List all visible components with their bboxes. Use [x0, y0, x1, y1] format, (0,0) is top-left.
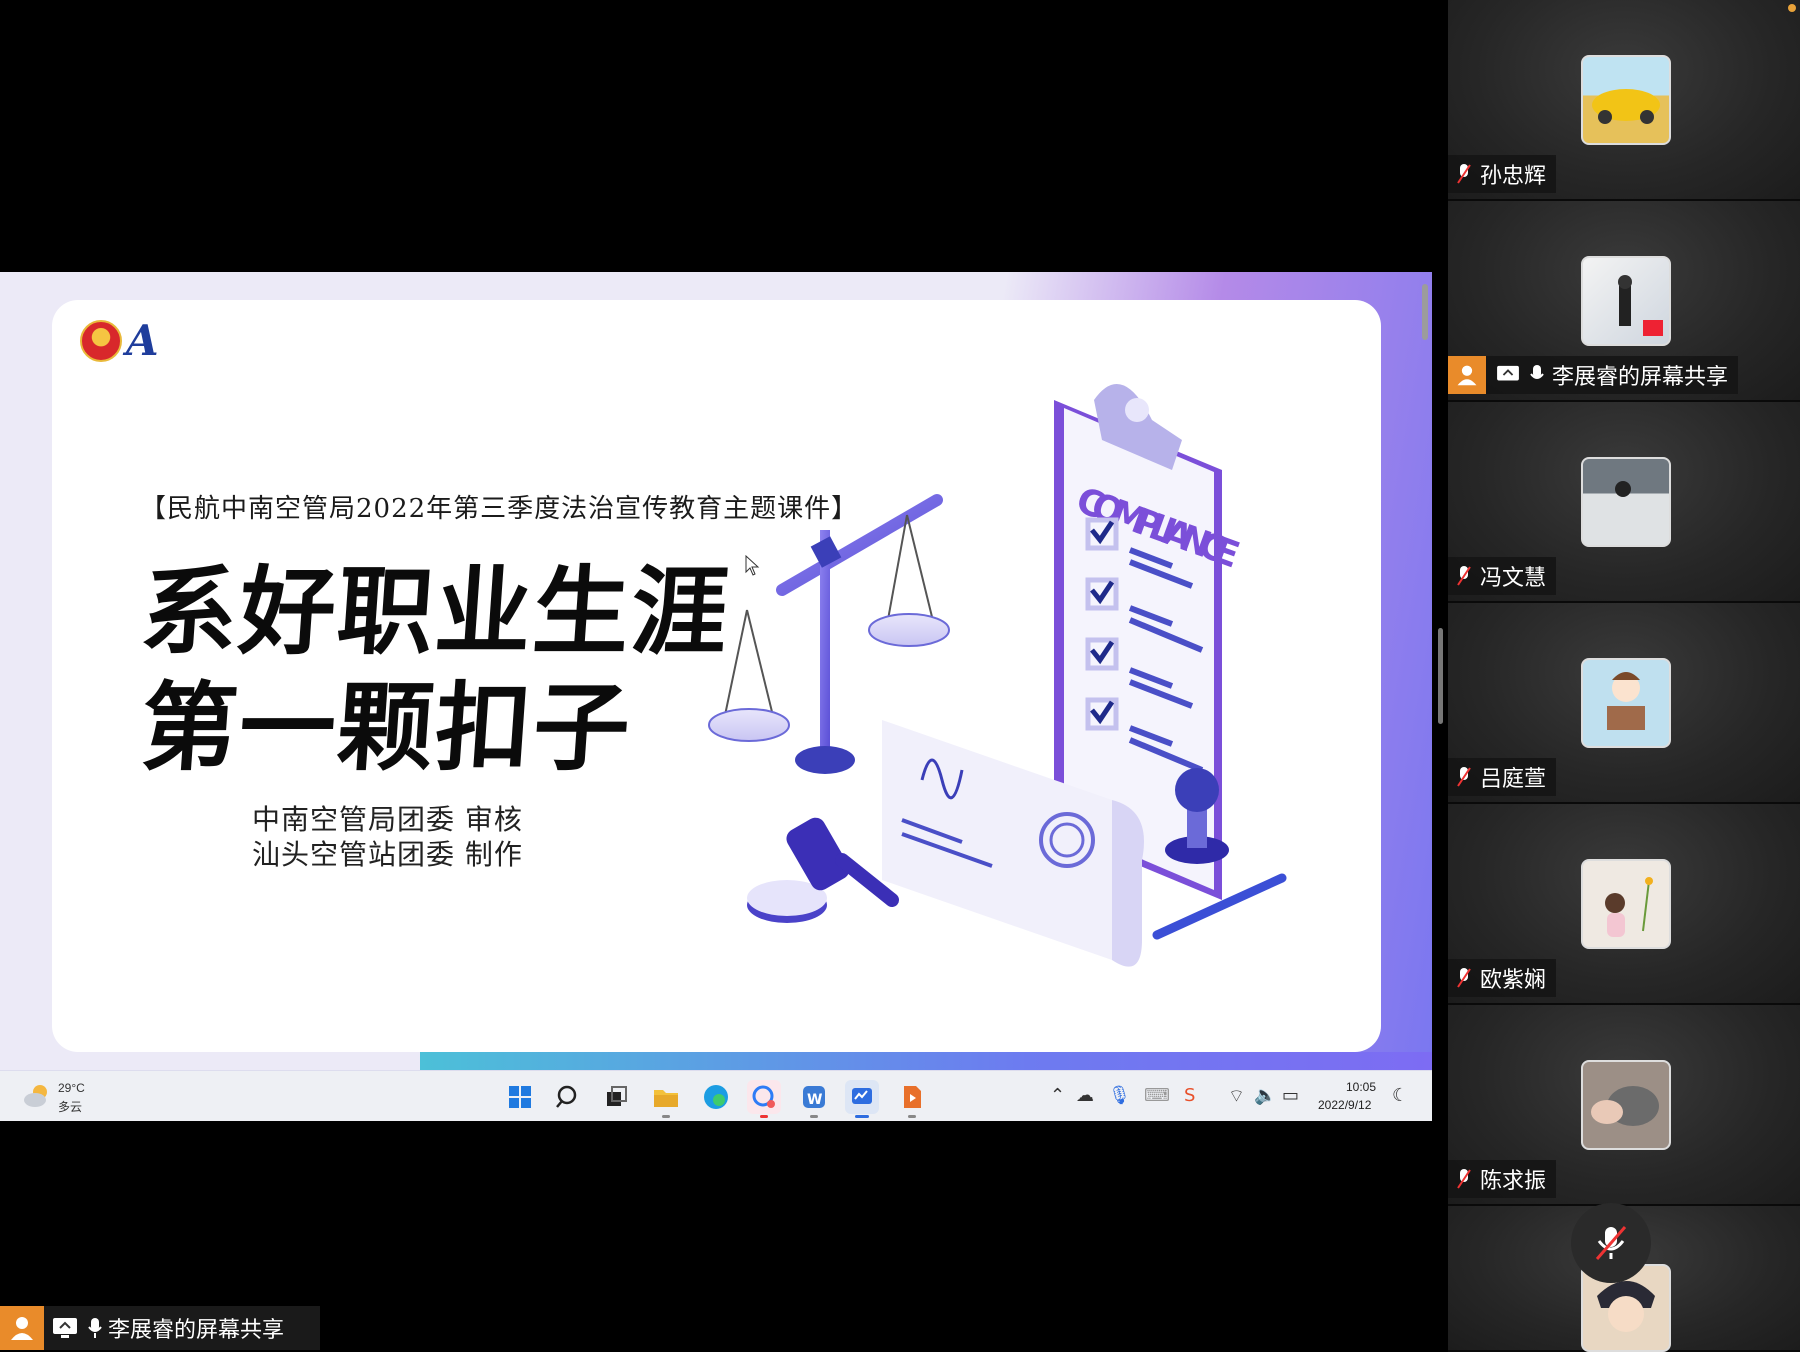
participant-name-tag: 冯文慧: [1448, 557, 1557, 595]
user-avatar-icon: [0, 1306, 44, 1350]
mic-muted-icon: [1457, 1169, 1471, 1189]
user-avatar-icon: [1448, 356, 1486, 394]
screen-share-icon: [53, 1318, 77, 1338]
participant-tile[interactable]: 欧紫娴: [1448, 804, 1800, 1005]
chevron-up-icon[interactable]: ⌃: [1050, 1085, 1065, 1106]
focus-assist-icon[interactable]: ☾: [1392, 1085, 1408, 1106]
participant-name-tag: 欧紫娴: [1448, 959, 1557, 997]
mute-toggle-button[interactable]: [1571, 1203, 1651, 1283]
participant-name: 冯文慧: [1480, 566, 1547, 591]
clock-date[interactable]: 2022/9/12: [1318, 1098, 1371, 1112]
mic-muted-icon: [1457, 164, 1471, 184]
shared-desktop: A 【民航中南空管局2022年第三季度法治宣传教育主题课件】 系好职业生涯 第一…: [0, 272, 1432, 1121]
participant-tile[interactable]: 陈求振: [1448, 1005, 1800, 1206]
mic-muted-icon: [1595, 1226, 1627, 1260]
partly-cloudy-icon[interactable]: [22, 1083, 52, 1109]
mic-muted-icon: [1457, 767, 1471, 787]
microphone-icon[interactable]: 🎙: [1108, 1085, 1131, 1106]
participant-name-tag: 孙忠辉: [1448, 155, 1557, 193]
slide-scrollbar[interactable]: [1422, 284, 1428, 340]
microphone-icon: [88, 1318, 102, 1338]
wps-icon[interactable]: W: [797, 1080, 831, 1118]
main-share-label: 李展睿的屏幕共享: [108, 1318, 285, 1343]
clock-time[interactable]: 10:05: [1346, 1080, 1376, 1094]
credit-reviewer: 中南空管局团委 审核: [252, 803, 523, 836]
participant-avatar: [1581, 1060, 1671, 1150]
slide-accent-bar: [420, 1052, 1432, 1070]
participant-tile[interactable]: 吕庭萱: [1448, 603, 1800, 804]
screen-share-icon: [1497, 365, 1519, 381]
notification-dot: [1788, 4, 1796, 12]
participant-name: 陈求振: [1480, 1169, 1547, 1194]
participant-name-tag: 陈求振: [1448, 1160, 1557, 1198]
youth-league-emblem-icon: [80, 320, 122, 362]
slide-title-line-2: 第一颗扣子: [137, 672, 636, 784]
mic-muted-icon: [1457, 968, 1471, 988]
mic-muted-icon: [1457, 566, 1471, 586]
participant-tile[interactable]: 冯文慧: [1448, 402, 1800, 603]
main-share-tag: 李展睿的屏幕共享: [0, 1306, 320, 1350]
credit-producer: 汕头空管站团委 制作: [252, 838, 523, 871]
file-explorer-icon[interactable]: [649, 1080, 683, 1118]
participant-avatar: [1581, 658, 1671, 748]
participant-name: 李展睿的屏幕共享: [1552, 365, 1729, 390]
battery-icon[interactable]: ▭: [1282, 1085, 1299, 1106]
svg-text:W: W: [807, 1092, 822, 1108]
gavel-icon: [747, 817, 899, 923]
wifi-icon[interactable]: ⌔: [1228, 1085, 1245, 1108]
atc-logo-icon: A: [126, 316, 159, 365]
edge-icon[interactable]: [699, 1080, 733, 1114]
weather-description[interactable]: 多云: [58, 1098, 82, 1115]
weather-temperature[interactable]: 29°C: [58, 1081, 85, 1095]
cloud-offline-icon[interactable]: ☁: [1076, 1085, 1094, 1106]
mouse-cursor-icon: [745, 555, 760, 576]
participant-panel: 孙忠辉 李展睿的屏幕共享 冯文慧 吕庭萱 欧紫娴 陈求振: [1448, 0, 1800, 1352]
slide-card: A 【民航中南空管局2022年第三季度法治宣传教育主题课件】 系好职业生涯 第一…: [52, 300, 1381, 1052]
input-method-icon[interactable]: ⌨: [1144, 1085, 1170, 1106]
participant-avatar: [1581, 256, 1671, 346]
participant-name-tag: 吕庭萱: [1448, 758, 1557, 796]
presentation-icon[interactable]: [895, 1080, 929, 1118]
windows-taskbar: 29°C 多云 W ⌃ ☁ 🎙 ⌨ S ⌔ 🔈 ▭ 10:05 2022/9/1…: [0, 1070, 1432, 1121]
participant-avatar: [1581, 859, 1671, 949]
participant-name-tag: 李展睿的屏幕共享: [1448, 356, 1739, 394]
task-view-icon[interactable]: [599, 1080, 633, 1114]
compliance-illustration: COMPLIANCE: [708, 384, 1287, 967]
meeting-app-icon[interactable]: [747, 1080, 781, 1118]
start-icon[interactable]: [503, 1080, 537, 1114]
participant-name: 孙忠辉: [1480, 164, 1547, 189]
participant-avatar: [1581, 55, 1671, 145]
app-tray-icon[interactable]: S: [1184, 1085, 1195, 1106]
participant-name: 欧紫娴: [1480, 968, 1547, 993]
whiteboard-icon[interactable]: [845, 1080, 879, 1118]
participant-tile[interactable]: 李展睿的屏幕共享: [1448, 201, 1800, 402]
volume-icon[interactable]: 🔈: [1254, 1085, 1276, 1106]
participant-name: 吕庭萱: [1480, 767, 1547, 792]
participant-tile[interactable]: 孙忠辉: [1448, 0, 1800, 201]
microphone-icon: [1530, 365, 1544, 379]
search-icon[interactable]: [551, 1080, 585, 1114]
panel-scrollbar[interactable]: [1438, 628, 1443, 724]
participant-avatar: [1581, 457, 1671, 547]
shared-screen-view: A 【民航中南空管局2022年第三季度法治宣传教育主题课件】 系好职业生涯 第一…: [0, 0, 1448, 1350]
